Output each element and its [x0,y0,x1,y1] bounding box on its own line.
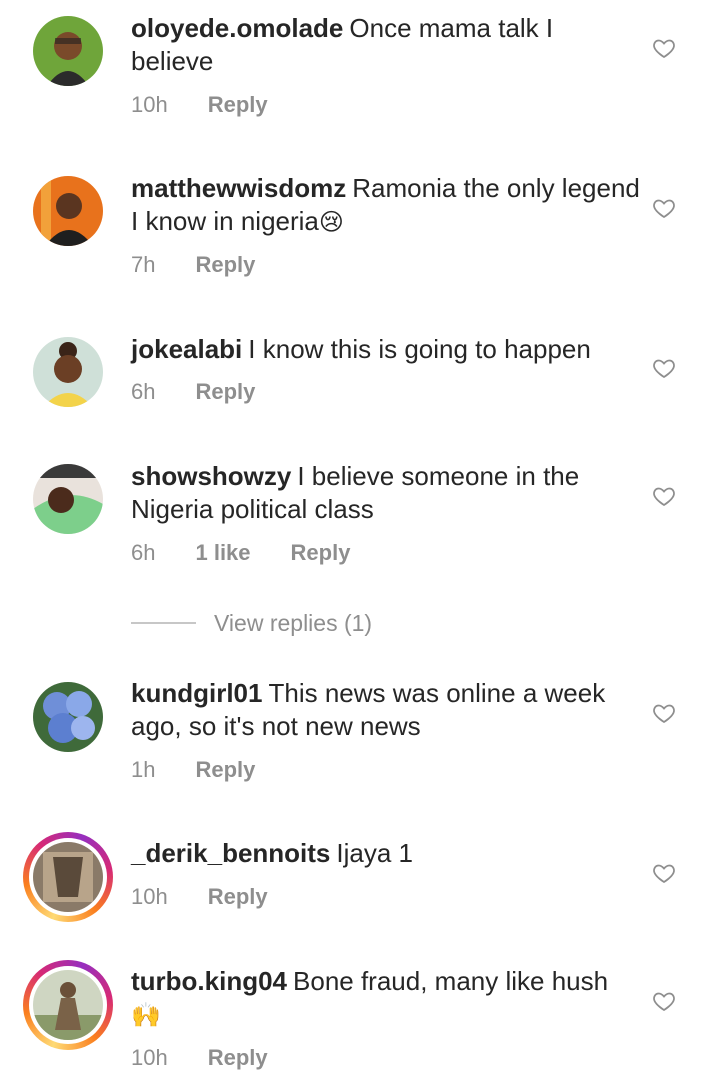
avatar[interactable] [23,832,113,922]
avatar[interactable] [23,960,113,1050]
comment-meta: 1h Reply [131,757,255,783]
reply-button[interactable]: Reply [291,540,351,566]
comment-text: matthewwisdomz Ramonia the only legend I … [131,172,641,239]
comment-time: 10h [131,92,168,117]
reply-button[interactable]: Reply [208,1045,268,1071]
comment-time: 1h [131,757,156,782]
reply-button[interactable]: Reply [195,757,255,783]
comment-time: 7h [131,252,156,277]
comment-text: oloyede.omolade Once mama talk I believe [131,12,641,78]
comment-time: 6h [131,540,156,565]
heart-icon[interactable] [652,36,676,60]
avatar[interactable] [33,16,103,86]
reply-button[interactable]: Reply [208,92,268,118]
comment-username[interactable]: turbo.king04 [131,966,287,996]
comment-text: _derik_bennoits Ijaya 1 [131,837,641,870]
heart-icon[interactable] [652,356,676,380]
heart-icon[interactable] [652,701,676,725]
comment-meta: 6h 1 like Reply [131,540,350,566]
avatar[interactable] [33,337,103,407]
view-replies-label: View replies (1) [214,609,373,636]
comment-username[interactable]: matthewwisdomz [131,173,346,203]
divider-line [131,622,196,624]
comment-time: 6h [131,379,156,404]
comment-body: I know this is going to happen [248,334,591,364]
comment-meta: 10h Reply [131,884,268,910]
raised-hands-emoji: 🙌 [131,1001,161,1029]
reply-button[interactable]: Reply [208,884,268,910]
heart-icon[interactable] [652,196,676,220]
likes-count[interactable]: 1 like [195,540,250,566]
comment-time: 10h [131,884,168,909]
comment-text: jokealabi I know this is going to happen [131,333,641,366]
comment-meta: 6h Reply [131,379,255,405]
comment-username[interactable]: jokealabi [131,334,242,364]
avatar[interactable] [33,464,103,534]
comment-text: kundgirl01 This news was online a week ag… [131,677,641,743]
comment-time: 10h [131,1045,168,1070]
comment-username[interactable]: _derik_bennoits [131,838,330,868]
comment-meta: 7h Reply [131,252,255,278]
comment-meta: 10h Reply [131,1045,268,1071]
comment-body: Ijaya 1 [336,838,414,868]
view-replies-button[interactable]: View replies (1) [131,608,372,638]
comment-text: turbo.king04 Bone fraud, many like hush 🙌 [131,965,641,1032]
comment-text: showshowzy I believe someone in the Niger… [131,460,641,526]
sad-emoji: 😢 [318,208,344,236]
comment-body: Bone fraud, many like hush [293,966,609,996]
reply-button[interactable]: Reply [195,252,255,278]
reply-button[interactable]: Reply [195,379,255,405]
avatar[interactable] [33,176,103,246]
heart-icon[interactable] [652,989,676,1013]
comment-username[interactable]: oloyede.omolade [131,13,343,43]
avatar[interactable] [33,682,103,752]
heart-icon[interactable] [652,484,676,508]
heart-icon[interactable] [652,861,676,885]
comment-username[interactable]: kundgirl01 [131,678,262,708]
comment-username[interactable]: showshowzy [131,461,291,491]
comment-meta: 10h Reply [131,92,268,118]
